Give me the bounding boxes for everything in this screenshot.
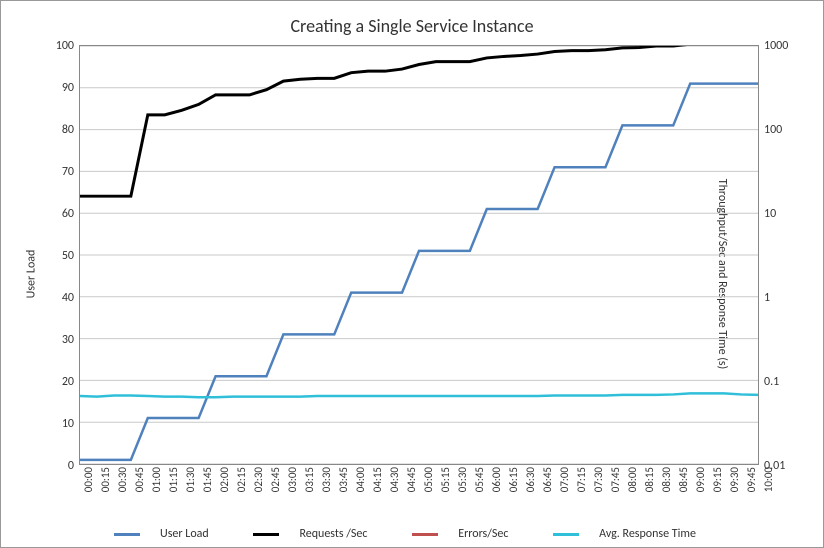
x-tick: 10:00 (762, 467, 775, 492)
y-right-tick: 100 (764, 123, 782, 137)
x-tick: 01:30 (184, 467, 197, 492)
x-tick: 04:00 (354, 467, 367, 492)
x-tick: 07:30 (592, 467, 605, 492)
x-tick: 07:15 (575, 467, 588, 492)
x-tick: 01:00 (150, 467, 163, 492)
x-tick: 06:45 (541, 467, 554, 492)
x-tick: 05:45 (473, 467, 486, 492)
y-left-tick: 60 (62, 207, 74, 221)
x-tick: 05:15 (439, 467, 452, 492)
x-tick: 00:00 (82, 467, 95, 492)
series-avg-response-time (80, 393, 758, 397)
y-left-tick: 50 (62, 249, 74, 263)
x-tick: 04:15 (371, 467, 384, 492)
legend-item-response-time: Avg. Response Time (553, 527, 710, 541)
y-right-tick: 10 (764, 207, 776, 221)
y-left-tick: 30 (62, 333, 74, 347)
x-tick: 02:15 (235, 467, 248, 492)
x-tick: 07:45 (609, 467, 622, 492)
x-tick: 03:45 (337, 467, 350, 492)
x-tick: 05:30 (456, 467, 469, 492)
x-tick: 09:00 (694, 467, 707, 492)
y-left-tick: 40 (62, 291, 74, 305)
y-right-tick: 1000 (764, 39, 788, 53)
data-series (80, 46, 758, 464)
x-tick: 03:15 (303, 467, 316, 492)
x-tick: 03:30 (320, 467, 333, 492)
x-tick: 02:30 (252, 467, 265, 492)
x-tick: 08:00 (626, 467, 639, 492)
x-tick: 04:45 (405, 467, 418, 492)
legend-item-requests: Requests /Sec (253, 527, 381, 541)
x-tick: 02:45 (269, 467, 282, 492)
plot-area: 01020304050607080901000.010.11101001000 (79, 45, 759, 465)
x-tick: 03:00 (286, 467, 299, 492)
x-tick: 00:45 (133, 467, 146, 492)
x-tick: 04:30 (388, 467, 401, 492)
y-right-tick: 0.1 (764, 375, 779, 389)
y-left-tick: 70 (62, 165, 74, 179)
x-tick: 08:30 (660, 467, 673, 492)
x-tick: 00:30 (116, 467, 129, 492)
series-requests-sec (80, 46, 758, 196)
legend-item-errors: Errors/Sec (412, 527, 522, 541)
y-left-tick: 90 (62, 81, 74, 95)
x-axis-ticks: 00:00 00:15 00:30 00:45 01:00 01:15 01:30 01:45… (79, 467, 759, 525)
y-left-tick: 10 (62, 417, 74, 431)
chart-frame: Creating a Single Service Instance User … (0, 0, 824, 548)
chart-title: Creating a Single Service Instance (1, 15, 823, 37)
x-tick: 00:15 (99, 467, 112, 492)
x-tick: 09:30 (728, 467, 741, 492)
y-left-tick: 80 (62, 123, 74, 137)
x-tick: 05:00 (422, 467, 435, 492)
x-tick: 02:00 (218, 467, 231, 492)
y-left-tick: 20 (62, 375, 74, 389)
y-left-tick: 100 (56, 39, 74, 53)
x-tick: 08:15 (643, 467, 656, 492)
legend: User Load Requests /Sec Errors/Sec Avg. … (1, 526, 823, 542)
y-axis-left-label: User Load (24, 250, 38, 299)
x-tick: 09:45 (745, 467, 758, 492)
x-tick: 01:15 (167, 467, 180, 492)
x-tick: 07:00 (558, 467, 571, 492)
x-tick: 06:15 (507, 467, 520, 492)
legend-item-user-load: User Load (114, 527, 223, 541)
series-user-load (80, 84, 758, 460)
x-tick: 09:15 (711, 467, 724, 492)
x-tick: 06:30 (524, 467, 537, 492)
y-right-tick: 1 (764, 291, 770, 305)
x-tick: 06:00 (490, 467, 503, 492)
x-tick: 08:45 (677, 467, 690, 492)
y-left-tick: 0 (68, 459, 74, 473)
x-tick: 01:45 (201, 467, 214, 492)
